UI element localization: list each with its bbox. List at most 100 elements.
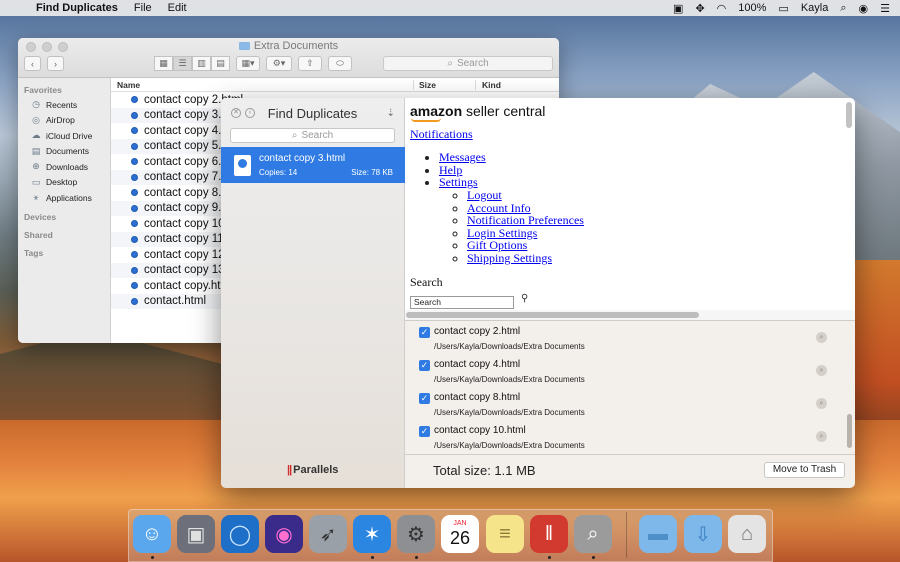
html-file-icon <box>131 220 138 228</box>
reveal-in-finder-icon[interactable]: ⌕ <box>816 365 827 376</box>
duplicate-checkbox[interactable]: ✓ <box>419 327 430 338</box>
sidebar-item-icloud-drive[interactable]: ☁ iCloud Drive <box>18 128 110 144</box>
tags-button[interactable]: ⬭ <box>328 56 352 71</box>
parallels-icon[interactable]: ‖ <box>530 515 568 553</box>
find-duplicates-icon[interactable]: ⌕ <box>574 515 612 553</box>
amazon-smile-icon <box>411 118 441 122</box>
html-file-icon <box>234 155 251 176</box>
calendar-icon[interactable]: JAN 26 <box>441 515 479 553</box>
notes-icon[interactable]: ≡ <box>486 515 524 553</box>
system-preferences-icon[interactable]: ⚙ <box>397 515 435 553</box>
siri-icon[interactable]: ◉ <box>265 515 303 553</box>
size-column-header[interactable]: Size <box>413 79 475 90</box>
duplicate-checkbox[interactable]: ✓ <box>419 426 430 437</box>
tags-heading[interactable]: Tags <box>18 242 110 260</box>
parallels-bars-icon: || <box>287 464 292 476</box>
duplicate-checkbox[interactable]: ✓ <box>419 393 430 404</box>
back-button[interactable]: ‹ <box>24 56 41 71</box>
folder-icon[interactable]: ▬ <box>639 515 677 553</box>
calendar-month: JAN <box>453 520 467 527</box>
notifications-link[interactable]: Notifications <box>410 127 473 142</box>
reveal-in-finder-icon[interactable]: ⌕ <box>816 332 827 343</box>
duplicate-file-name: contact copy 4.html <box>434 359 521 370</box>
share-button[interactable]: ⇧ <box>298 56 322 71</box>
sidebar-item-desktop[interactable]: ▭ Desktop <box>18 175 110 191</box>
notification-center-icon[interactable]: ☰ <box>880 2 890 15</box>
shared-heading[interactable]: Shared <box>18 224 110 242</box>
clock-icon: ◷ <box>32 99 40 110</box>
spotlight-icon[interactable]: ⌕ <box>840 2 846 15</box>
folder-icon <box>238 42 250 50</box>
battery-icon[interactable]: ▭ <box>778 2 788 15</box>
total-size: Total size: 1.1 MB <box>433 463 536 478</box>
sort-icon[interactable]: ⇣ <box>387 108 395 119</box>
file-list-scrollbar[interactable] <box>847 414 852 448</box>
devices-heading[interactable]: Devices <box>18 206 110 224</box>
finder-search-field[interactable]: ⌕ Search <box>383 56 553 71</box>
preview-vertical-scrollbar[interactable] <box>846 102 852 128</box>
list-view-button[interactable]: ☰ <box>173 56 192 71</box>
duplicate-checkbox[interactable]: ✓ <box>419 360 430 371</box>
column-view-button[interactable]: ▥ <box>192 56 211 71</box>
window-title-text: Extra Documents <box>253 40 339 52</box>
preview-search-input[interactable]: Search <box>410 296 514 309</box>
shipping-settings-link[interactable]: Shipping Settings <box>467 251 552 265</box>
search-icon: ⌕ <box>291 130 298 141</box>
status-area: ▣ ✥ ◠ 100% ▭ Kayla ⌕ ◉ ☰ <box>673 2 900 15</box>
dock-separator <box>626 512 627 558</box>
copies-count: Copies: 14 <box>259 168 298 177</box>
wifi-icon[interactable]: ◠ <box>717 2 727 15</box>
file-name: contact copy 9. <box>144 202 222 215</box>
file-name: contact.html <box>144 295 206 308</box>
app-menu[interactable]: Find Duplicates <box>36 2 118 14</box>
sidebar-item-airdrop[interactable]: ◎ AirDrop <box>18 113 110 129</box>
preview-horizontal-scrollbar[interactable] <box>406 312 699 318</box>
search-placeholder: Search <box>456 58 489 69</box>
sidebar-item-recents[interactable]: ◷ Recents <box>18 97 110 113</box>
safari-icon[interactable]: ✶ <box>353 515 391 553</box>
file-menu[interactable]: File <box>134 2 152 14</box>
duplicate-group-meta: Copies: 14 Size: 78 KB <box>259 168 393 177</box>
finder-icon[interactable]: ☺ <box>133 515 171 553</box>
parallels-status-icon[interactable]: ✥ <box>695 2 704 15</box>
forward-button[interactable]: › <box>47 56 64 71</box>
duplicate-file-name: contact copy 2.html <box>434 326 521 337</box>
applications-icon: ⚹ <box>33 192 39 203</box>
html-file-icon <box>131 189 138 197</box>
trash-icon[interactable]: ⌂ <box>728 515 766 553</box>
quicktime-icon[interactable]: ◯ <box>221 515 259 553</box>
extension-icon[interactable]: ▣ <box>673 2 683 15</box>
icon-view-button[interactable]: ▦ <box>154 56 173 71</box>
kind-column-header[interactable]: Kind <box>475 79 501 90</box>
file-name: contact copy 10 <box>144 217 225 230</box>
battery-percent[interactable]: 100% <box>738 2 766 14</box>
move-to-trash-button[interactable]: Move to Trash <box>764 462 845 478</box>
list-item: ✓ contact copy 8.html/Users/Kayla/Downloa… <box>419 392 829 422</box>
reveal-in-finder-icon[interactable]: ⌕ <box>816 431 827 442</box>
group-button[interactable]: ▦▾ <box>236 56 260 71</box>
search-icon[interactable]: ⚲ <box>521 293 528 304</box>
fd-search-field[interactable]: ⌕ Search <box>230 128 395 143</box>
launchpad-icon[interactable]: ➶ <box>309 515 347 553</box>
html-file-icon <box>131 127 138 135</box>
screenshot-icon[interactable]: ▣ <box>177 515 215 553</box>
name-column-header[interactable]: Name <box>111 80 413 90</box>
finder-toolbar: ‹ › ▦ ☰ ▥ ▤ ▦▾ ⚙▾ ⇧ ⬭ ⌕ Search <box>24 55 553 72</box>
file-name: contact copy 12 <box>144 248 225 261</box>
sidebar-item-documents[interactable]: ▤ Documents <box>18 144 110 160</box>
downloads-folder-icon[interactable]: ⇩ <box>684 515 722 553</box>
duplicate-group-item[interactable]: contact copy 3.html Copies: 14 Size: 78 … <box>221 147 405 183</box>
sidebar-item-applications[interactable]: ⚹ Applications <box>18 190 110 206</box>
siri-menu-icon[interactable]: ◉ <box>859 2 869 15</box>
sidebar-item-downloads[interactable]: ⊕ Downloads <box>18 159 110 175</box>
logo-main: amazon <box>410 103 463 119</box>
logo-sub: seller central <box>466 103 546 119</box>
action-button[interactable]: ⚙▾ <box>266 56 292 71</box>
reveal-in-finder-icon[interactable]: ⌕ <box>816 398 827 409</box>
gallery-view-button[interactable]: ▤ <box>211 56 230 71</box>
sidebar-label: Recents <box>46 99 78 110</box>
edit-menu[interactable]: Edit <box>168 2 187 14</box>
user-menu[interactable]: Kayla <box>801 2 829 14</box>
amazon-logo: amazon seller central <box>410 103 545 119</box>
list-item: ✓ contact copy 10.html/Users/Kayla/Downlo… <box>419 425 829 455</box>
